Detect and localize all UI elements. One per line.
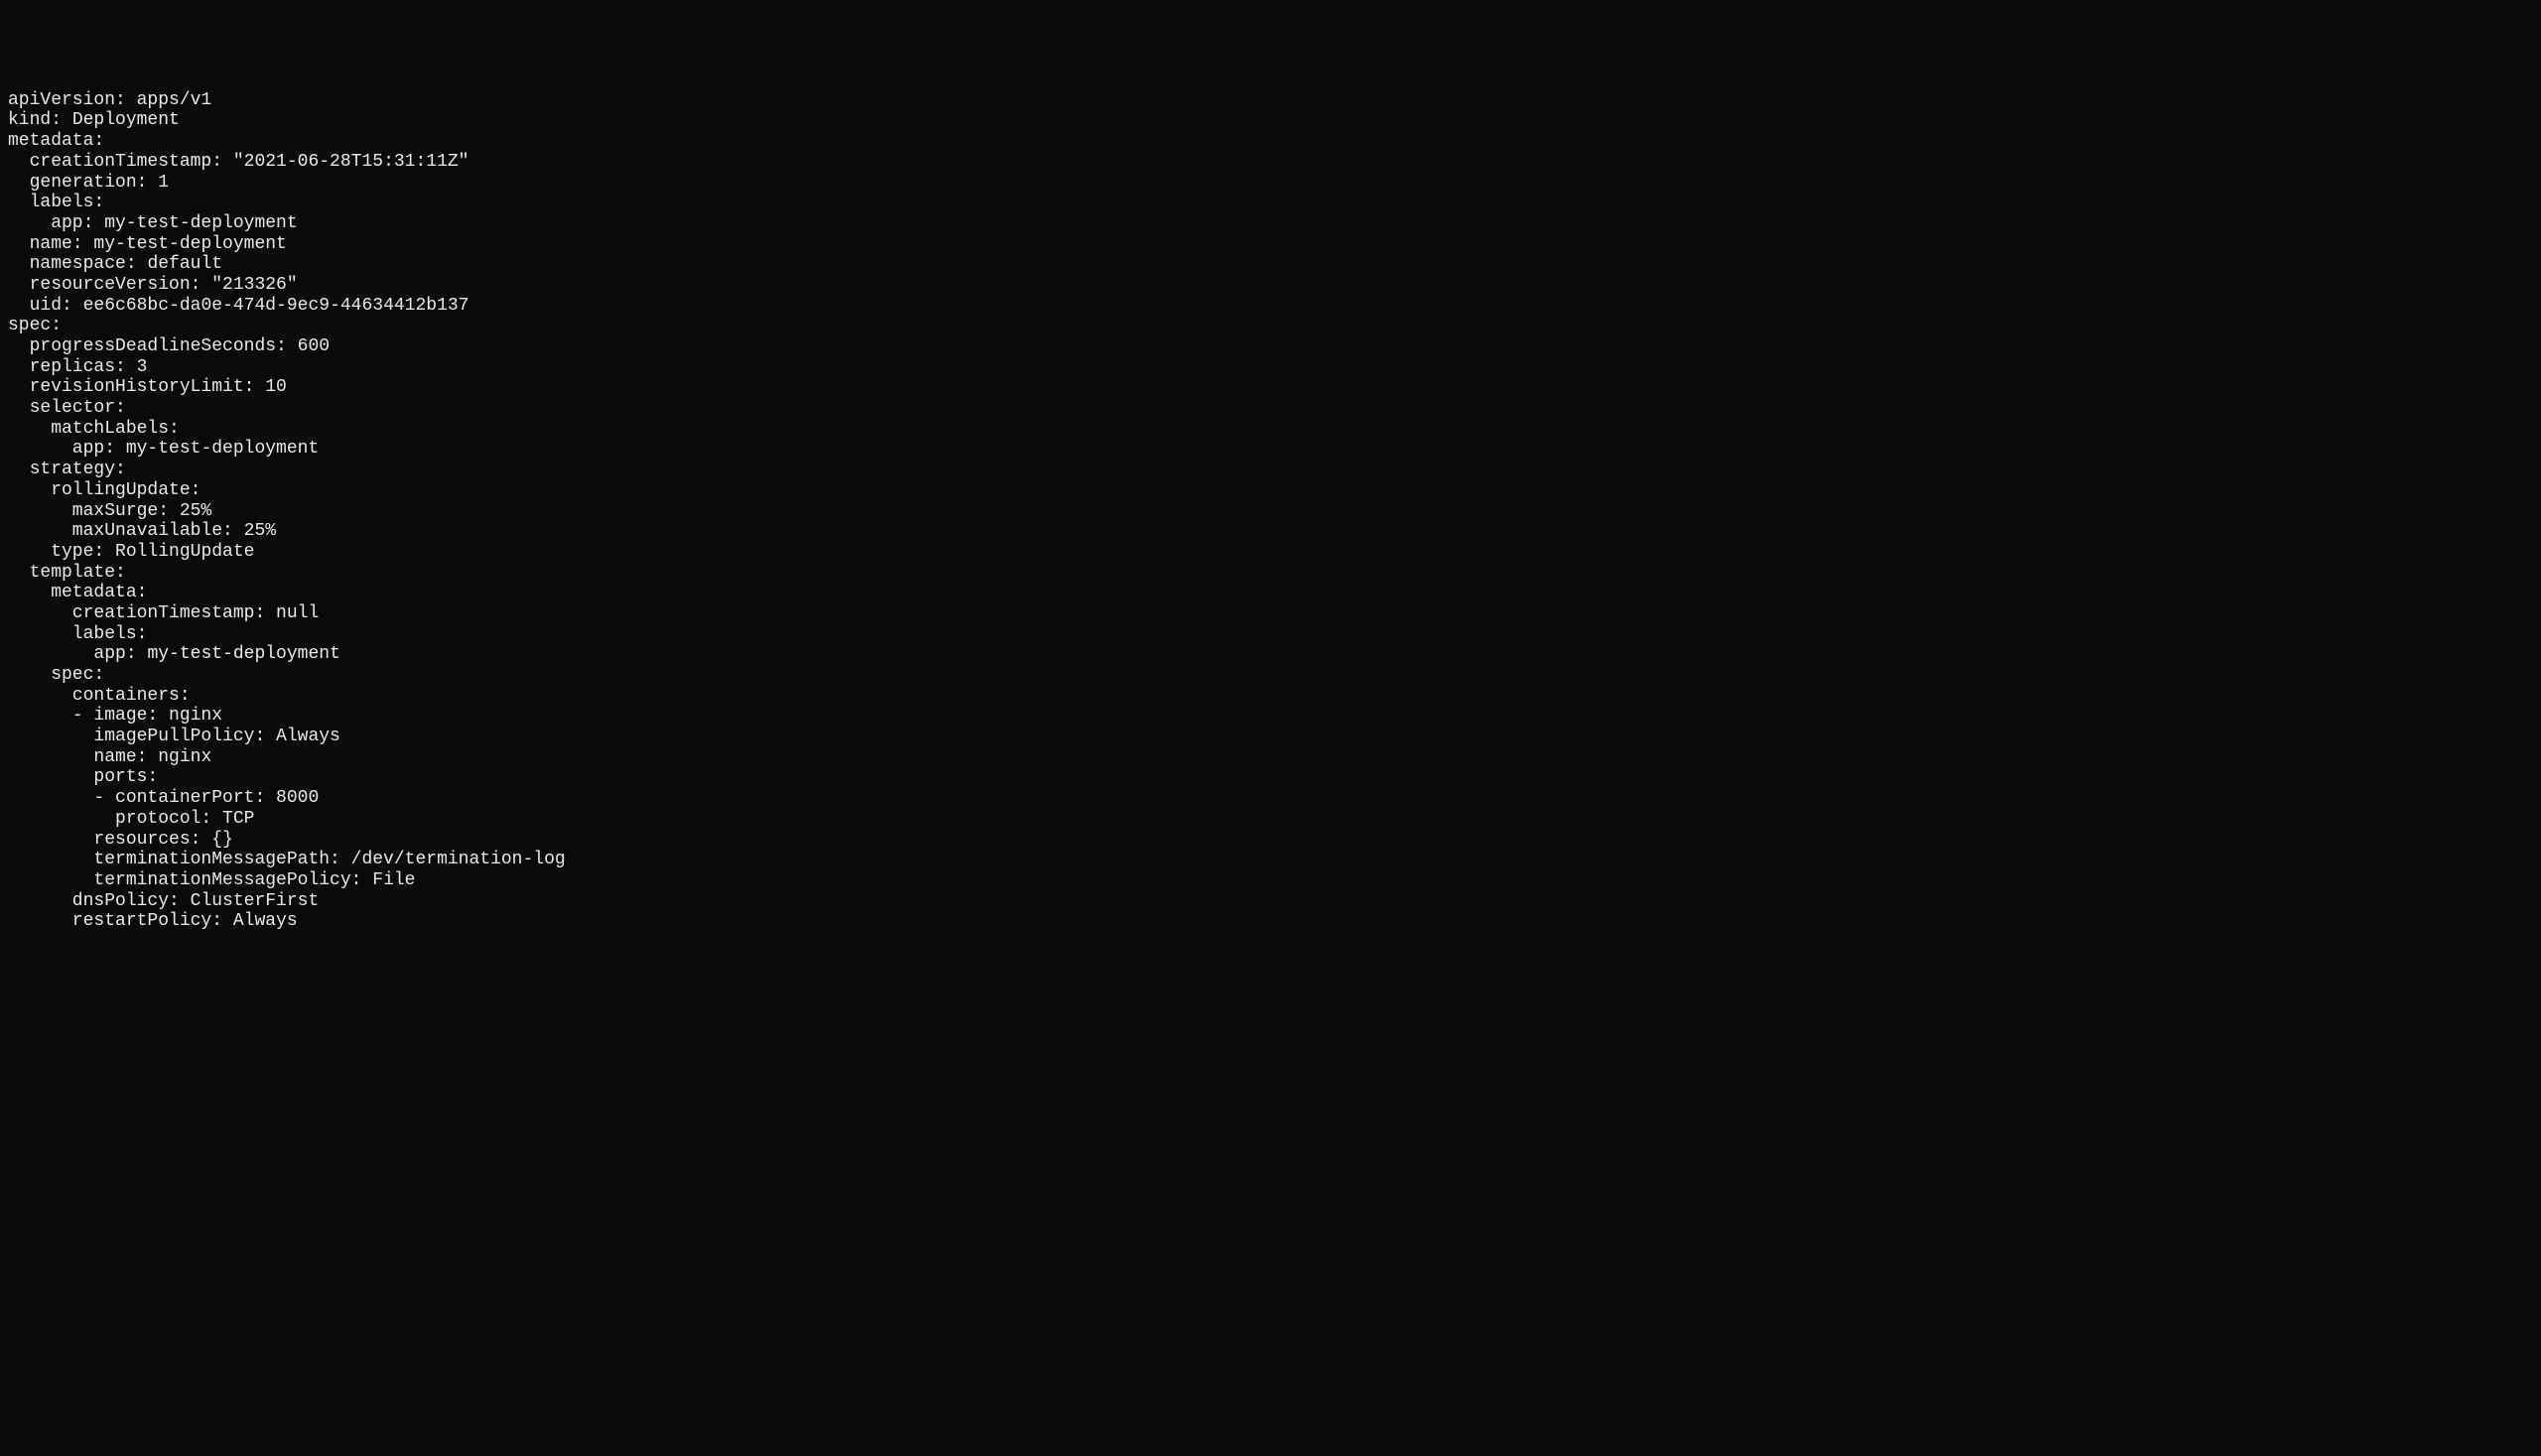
- yaml-line: spec:: [8, 665, 104, 685]
- yaml-line: generation: 1: [8, 173, 169, 193]
- yaml-line: containers:: [8, 686, 191, 706]
- yaml-line: replicas: 3: [8, 357, 147, 377]
- yaml-line: name: my-test-deployment: [8, 234, 287, 254]
- yaml-line: terminationMessagePolicy: File: [8, 870, 415, 890]
- yaml-line: maxUnavailable: 25%: [8, 521, 276, 541]
- yaml-line: dnsPolicy: ClusterFirst: [8, 891, 319, 911]
- yaml-line: terminationMessagePath: /dev/termination…: [8, 850, 566, 869]
- terminal-output: apiVersion: apps/v1 kind: Deployment met…: [8, 90, 2533, 932]
- yaml-line: protocol: TCP: [8, 809, 254, 829]
- yaml-line: strategy:: [8, 460, 126, 479]
- yaml-line: labels:: [8, 624, 147, 644]
- yaml-line: spec:: [8, 316, 62, 335]
- yaml-line: progressDeadlineSeconds: 600: [8, 336, 330, 356]
- yaml-line: resourceVersion: "213326": [8, 275, 298, 295]
- yaml-line: - image: nginx: [8, 706, 222, 726]
- yaml-line: selector:: [8, 398, 126, 418]
- yaml-line: restartPolicy: Always: [8, 911, 298, 931]
- yaml-line: type: RollingUpdate: [8, 542, 254, 562]
- yaml-line: imagePullPolicy: Always: [8, 727, 340, 746]
- yaml-line: apiVersion: apps/v1: [8, 90, 211, 110]
- yaml-line: metadata:: [8, 583, 147, 602]
- yaml-line: maxSurge: 25%: [8, 501, 211, 521]
- yaml-line: app: my-test-deployment: [8, 213, 298, 233]
- yaml-line: ports:: [8, 767, 158, 787]
- yaml-line: app: my-test-deployment: [8, 644, 340, 664]
- yaml-line: matchLabels:: [8, 419, 180, 439]
- yaml-line: creationTimestamp: "2021-06-28T15:31:11Z…: [8, 152, 468, 172]
- yaml-line: namespace: default: [8, 254, 222, 274]
- yaml-line: labels:: [8, 193, 104, 212]
- yaml-line: kind: Deployment: [8, 110, 180, 130]
- yaml-line: - containerPort: 8000: [8, 788, 319, 808]
- yaml-line: creationTimestamp: null: [8, 603, 319, 623]
- yaml-line: app: my-test-deployment: [8, 439, 319, 459]
- yaml-line: uid: ee6c68bc-da0e-474d-9ec9-44634412b13…: [8, 296, 469, 316]
- yaml-line: template:: [8, 563, 126, 583]
- yaml-line: rollingUpdate:: [8, 480, 201, 500]
- yaml-line: name: nginx: [8, 747, 211, 767]
- yaml-line: revisionHistoryLimit: 10: [8, 377, 287, 397]
- yaml-line: metadata:: [8, 131, 104, 151]
- yaml-line: resources: {}: [8, 830, 233, 850]
